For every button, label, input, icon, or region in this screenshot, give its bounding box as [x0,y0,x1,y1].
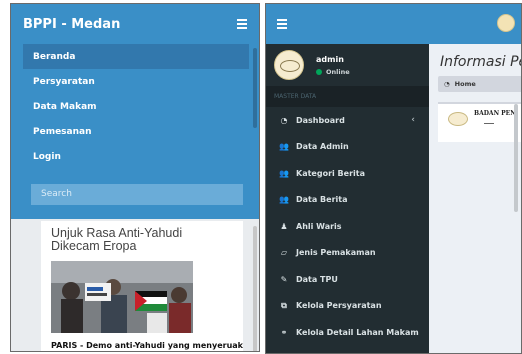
user-icon: ♟ [280,221,288,231]
users-icon: 👥 [279,142,289,152]
chevron-left-icon: ‹ [411,115,415,126]
nav-item-data-makam[interactable]: Data Makam [11,94,259,119]
nav-item-beranda[interactable]: Beranda [23,44,249,69]
book-icon: ▱ [280,248,288,258]
online-status-icon [316,68,322,75]
agency-name: BADAN PEN [474,110,516,117]
content-scrollbar-thumb[interactable] [253,226,257,351]
agency-logo [448,112,468,126]
sidebar-item-label: Data Berita [296,195,348,205]
sidebar-item-label: Kelola Detail Lahan Makam [296,327,419,337]
sidebar-item-label: Ahli Waris [296,221,342,231]
public-nav-menu: Beranda Persyaratan Data Makam Pemesanan… [11,44,259,173]
nav-item-persyaratan[interactable]: Persyaratan [11,69,259,94]
admin-sidebar: admin Online MASTER DATA ◔ Dashboard ‹ 👥… [266,44,429,353]
public-site-panel: BPPI - Medan Beranda Persyaratan Data Ma… [10,3,260,352]
divider [484,123,494,124]
sidebar-item-label: Data TPU [296,274,338,284]
link-icon: ⚭ [280,327,288,337]
news-excerpt: PARIS - Demo anti-Yahudi yang menyeruak [51,341,243,350]
users-icon: 👥 [279,168,289,178]
admin-navbar [266,4,521,44]
sidebar-item-dashboard[interactable]: ◔ Dashboard ‹ [266,107,429,134]
admin-panel: admin Online MASTER DATA ◔ Dashboard ‹ 👥… [265,3,522,354]
sidebar-item-kelola-detail-lahan-makam[interactable]: ⚭ Kelola Detail Lahan Makam [266,319,429,346]
sidebar-item-ahli-waris[interactable]: ♟ Ahli Waris [266,213,429,240]
page-title: Informasi Pe [440,54,522,70]
breadcrumb-home[interactable]: Home [455,80,476,88]
section-header: MASTER DATA [266,86,429,107]
sidebar-item-label: Dashboard [296,115,345,125]
sidebar-item-data-admin[interactable]: 👥 Data Admin [266,134,429,161]
sidebar-item-data-tpu[interactable]: ✎ Data TPU [266,266,429,293]
edit-icon: ✎ [280,274,288,284]
sidebar-item-label: Jenis Pemakaman [296,248,376,258]
sidebar-item-label: Kategori Berita [296,168,365,178]
admin-content: Informasi Pe ◔ Home BADAN PEN [429,44,521,353]
navbar-avatar[interactable] [497,14,515,32]
scrollbar-thumb[interactable] [514,104,518,212]
search-input[interactable] [31,183,243,205]
dashboard-icon: ◔ [280,115,288,125]
sidebar-item-data-berita[interactable]: 👥 Data Berita [266,187,429,214]
sidebar-item-kategori-berita[interactable]: 👥 Kategori Berita [266,160,429,187]
news-card[interactable]: Unjuk Rasa Anti-Yahudi Dikecam Eropa PAR… [41,221,243,351]
status-label: Online [326,67,350,76]
protest-photo-image [51,261,193,333]
sidebar-item-label: Data Admin [296,142,349,152]
sidebar-item-jenis-pemakaman[interactable]: ▱ Jenis Pemakaman [266,240,429,267]
site-brand[interactable]: BPPI - Medan [23,17,120,32]
user-name: admin [316,54,344,64]
nav-item-pemesanan[interactable]: Pemesanan [11,119,259,144]
nav-item-login[interactable]: Login [11,144,259,169]
sidebar-item-label: Kelola Persyaratan [296,301,382,311]
info-box: BADAN PEN [438,102,521,142]
news-title[interactable]: Unjuk Rasa Anti-Yahudi Dikecam Eropa [51,227,233,253]
avatar [274,50,304,80]
dashboard-icon: ◔ [444,80,450,88]
menu-toggle-icon[interactable] [237,19,247,29]
users-icon: 👥 [279,195,289,205]
user-status: Online [316,68,350,76]
breadcrumb: ◔ Home [438,76,521,92]
news-photo[interactable] [51,261,193,333]
user-panel: admin Online [266,44,429,86]
sidebar-item-kelola-persyaratan[interactable]: ⧉ Kelola Persyaratan [266,293,429,320]
scrollbar-thumb[interactable] [253,48,257,128]
copy-icon: ⧉ [281,300,287,310]
public-navbar: BPPI - Medan [11,4,259,44]
sidebar-toggle-icon[interactable] [277,19,287,29]
search-bar [11,173,259,219]
